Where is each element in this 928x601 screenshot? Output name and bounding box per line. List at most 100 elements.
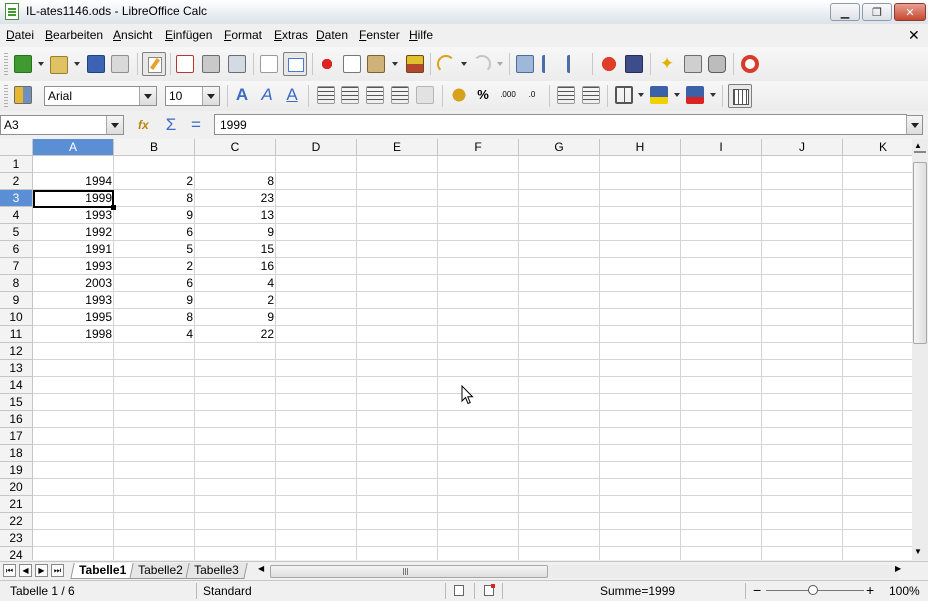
row-header-24[interactable]: 24 <box>0 547 33 560</box>
zoom-out-icon[interactable]: − <box>753 582 761 598</box>
zoom-in-icon[interactable]: + <box>866 582 874 598</box>
column-header-f[interactable]: F <box>438 139 519 156</box>
chevron-down-icon[interactable] <box>710 93 716 97</box>
menu-ansicht[interactable]: Ansicht <box>113 28 152 42</box>
prev-sheet-icon[interactable]: ◀ <box>19 564 32 577</box>
row-header-3[interactable]: 3 <box>0 190 33 207</box>
spreadsheet-grid[interactable]: ABCDEFGHIJK 1 2 3 4 5 6 7 8 9 10 11 12 13 14 15 16 17 18 1… <box>0 139 912 560</box>
formula-input[interactable]: 1999 <box>214 114 907 135</box>
row-header-14[interactable]: 14 <box>0 377 33 394</box>
print-preview-icon[interactable] <box>228 55 246 73</box>
align-center-icon[interactable] <box>341 86 359 104</box>
chevron-down-icon[interactable] <box>674 93 680 97</box>
chevron-down-icon[interactable] <box>106 116 123 134</box>
cell-a7[interactable]: 1993 <box>33 258 114 275</box>
cell-c10[interactable]: 9 <box>195 309 276 326</box>
split-handle[interactable] <box>914 151 926 153</box>
row-header-13[interactable]: 13 <box>0 360 33 377</box>
add-decimal-icon[interactable]: .0 <box>523 86 541 104</box>
row-header-11[interactable]: 11 <box>0 326 33 343</box>
calc-app-icon[interactable] <box>5 3 19 20</box>
column-header-b[interactable]: B <box>114 139 195 156</box>
row-header-5[interactable]: 5 <box>0 224 33 241</box>
cell-c5[interactable]: 9 <box>195 224 276 241</box>
cell-c11[interactable]: 22 <box>195 326 276 343</box>
row-header-22[interactable]: 22 <box>0 513 33 530</box>
open-folder-icon[interactable] <box>50 56 68 74</box>
toggle-grid-icon[interactable] <box>728 84 752 108</box>
close-window-button[interactable]: ✕ <box>894 3 926 21</box>
cell-a2[interactable]: 1994 <box>33 173 114 190</box>
sheet-tab-1[interactable]: Tabelle1 <box>70 563 135 579</box>
scroll-down-icon[interactable]: ▼ <box>914 547 922 556</box>
first-sheet-icon[interactable]: ⏮ <box>3 564 16 577</box>
vertical-scroll-thumb[interactable] <box>913 162 927 344</box>
background-color-icon[interactable] <box>650 86 668 104</box>
cell-b11[interactable]: 4 <box>114 326 195 343</box>
chevron-down-icon[interactable] <box>139 87 156 105</box>
menu-extras[interactable]: Extras <box>274 28 308 42</box>
column-header-g[interactable]: G <box>519 139 600 156</box>
menu-einfuegen[interactable]: Einfügen <box>165 28 212 42</box>
styles-icon[interactable] <box>14 86 32 104</box>
minimize-button[interactable]: ▁ <box>830 3 860 21</box>
draw-functions-icon[interactable] <box>625 55 643 73</box>
cell-b6[interactable]: 5 <box>114 241 195 258</box>
row-header-6[interactable]: 6 <box>0 241 33 258</box>
scroll-up-icon[interactable]: ▲ <box>914 141 922 150</box>
save-icon[interactable] <box>87 55 105 73</box>
data-sources-icon[interactable] <box>708 55 726 73</box>
row-header-17[interactable]: 17 <box>0 428 33 445</box>
auto-spellcheck-icon[interactable] <box>283 52 307 76</box>
cell-a6[interactable]: 1991 <box>33 241 114 258</box>
cell-c1[interactable] <box>195 156 276 173</box>
percent-icon[interactable]: % <box>474 86 492 104</box>
column-header-c[interactable]: C <box>195 139 276 156</box>
toolbar-grip[interactable] <box>4 53 8 75</box>
function-wizard-icon[interactable]: fx <box>138 116 156 134</box>
last-sheet-icon[interactable]: ⏭ <box>51 564 64 577</box>
cell-a10[interactable]: 1995 <box>33 309 114 326</box>
redo-icon[interactable] <box>473 55 491 73</box>
menu-bearbeiten[interactable]: Bearbeiten <box>45 28 103 42</box>
cell-a1[interactable] <box>33 156 114 173</box>
spellcheck-icon[interactable] <box>260 55 278 73</box>
cell-a5[interactable]: 1992 <box>33 224 114 241</box>
horizontal-scroll-thumb[interactable] <box>270 565 548 578</box>
row-header-7[interactable]: 7 <box>0 258 33 275</box>
selection-mode-icon[interactable] <box>454 585 464 596</box>
help-lifebuoy-icon[interactable] <box>741 55 759 73</box>
email-icon[interactable] <box>111 55 129 73</box>
row-header-9[interactable]: 9 <box>0 292 33 309</box>
maximize-button[interactable]: ❐ <box>862 3 892 21</box>
sum-icon[interactable]: Σ <box>162 116 180 134</box>
column-header-i[interactable]: I <box>681 139 762 156</box>
sheet-tab-2[interactable]: Tabelle2 <box>129 563 192 579</box>
document-modified-icon[interactable] <box>484 584 495 596</box>
cell-b10[interactable]: 8 <box>114 309 195 326</box>
toolbar-grip[interactable] <box>4 85 8 107</box>
hyperlink-icon[interactable] <box>516 55 534 73</box>
cell-c6[interactable]: 15 <box>195 241 276 258</box>
scroll-right-icon[interactable]: ▶ <box>895 564 901 573</box>
column-header-e[interactable]: E <box>357 139 438 156</box>
navigator-star-icon[interactable]: ✦ <box>658 55 676 73</box>
select-all-corner[interactable] <box>0 139 33 156</box>
fill-handle[interactable] <box>111 205 116 210</box>
chevron-down-icon[interactable] <box>74 62 80 66</box>
sheet-tab-3[interactable]: Tabelle3 <box>185 563 248 579</box>
row-header-19[interactable]: 19 <box>0 462 33 479</box>
paste-icon[interactable] <box>367 55 385 73</box>
print-icon[interactable] <box>202 55 220 73</box>
number-format-icon[interactable]: .000 <box>499 86 517 104</box>
new-document-icon[interactable] <box>14 55 32 73</box>
next-sheet-icon[interactable]: ▶ <box>35 564 48 577</box>
row-header-18[interactable]: 18 <box>0 445 33 462</box>
row-header-23[interactable]: 23 <box>0 530 33 547</box>
close-document-icon[interactable]: ✕ <box>908 27 920 44</box>
chevron-down-icon[interactable] <box>392 62 398 66</box>
increase-indent-icon[interactable] <box>582 86 600 104</box>
copy-icon[interactable] <box>343 55 361 73</box>
column-header-a[interactable]: A <box>33 139 114 156</box>
currency-icon[interactable] <box>450 86 468 104</box>
